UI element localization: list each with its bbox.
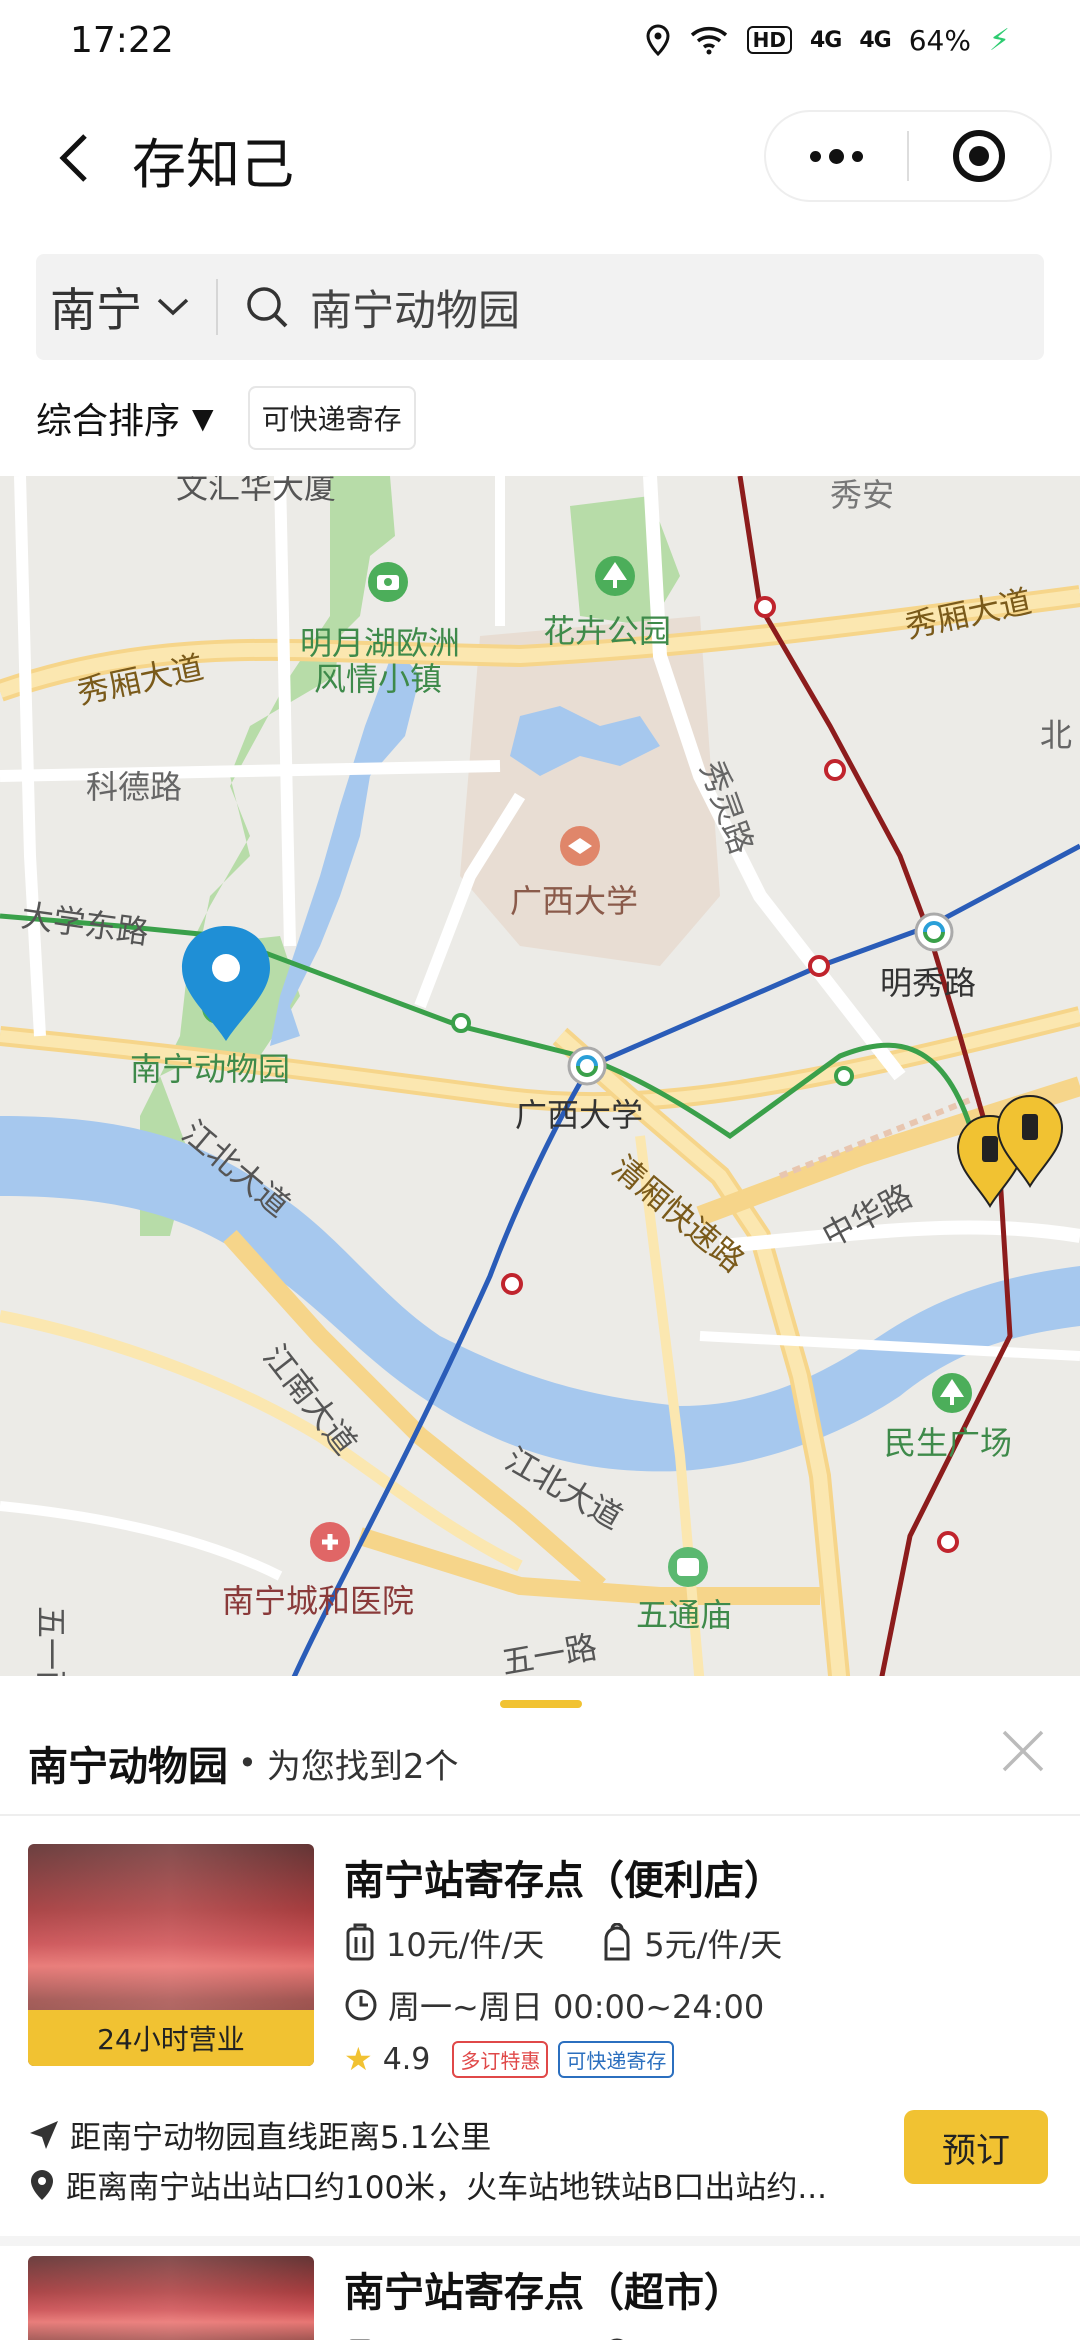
map-label-wenhui: 文汇华大厦 [176,476,336,506]
map-label-mingyuehu: 明月湖欧洲 [300,624,460,662]
separator-dot: • [238,1744,257,1782]
sheet-drag-handle[interactable] [500,1700,582,1708]
search-input[interactable] [310,282,950,332]
sort-dropdown[interactable]: 综合排序 ▼ [36,392,214,444]
battery-level: 64% [908,23,971,57]
chevron-down-icon [157,298,189,316]
address-row: 距离南宁站出站口约100米，火车站地铁站B口出站约... [28,2162,827,2207]
back-icon[interactable] [44,128,104,188]
map-label-xiuxiang-e: 秀厢大道 [902,582,1035,646]
location-icon [646,24,670,56]
backpack-icon [604,1923,630,1961]
more-icon [810,148,863,164]
map-canvas[interactable]: 文汇华大厦 秀安 明月湖欧洲 风情小镇 花卉公园 秀厢大道 秀厢大道 科德路 北… [0,476,1080,1686]
map-label-minsheng: 民生广场 [884,1424,1012,1462]
price-large-2: 10元/件/天 [386,2332,544,2340]
map-label-zoo: 南宁动物园 [130,1050,290,1088]
price-row-2: 10元/件/天 5元/件/天 [344,2332,782,2340]
status-time: 17:22 [70,19,174,61]
address-text: 距离南宁站出站口约100米，火车站地铁站B口出站约... [66,2170,827,2206]
map-label-gxu-station: 广西大学 [515,1096,643,1134]
backpack-icon-2 [611,2338,624,2340]
distance-row: 距南宁动物园直线距离5.1公里 [28,2112,491,2157]
express-tag: 可快递寄存 [558,2040,675,2078]
book-button[interactable]: 预订 [904,2110,1048,2184]
price-small: 5元/件/天 [644,1926,783,1964]
map-label-gxu-campus: 广西大学 [510,882,638,920]
navigation-bar: 存知己 [0,100,1080,220]
wifi-icon [690,27,727,55]
star-icon: ★ [344,2040,373,2078]
close-program-button[interactable] [909,110,1050,202]
clock-icon [345,1989,377,2021]
sort-label: 综合排序 [36,401,181,442]
status-icons: HD 4G 4G 64% ⚡ [645,23,1010,58]
distance-text: 距南宁动物园直线距离5.1公里 [70,2120,492,2156]
price-row: 10元/件/天 5元/件/天 [344,1920,782,1966]
map-label-hospital: 南宁城和医院 [222,1582,414,1620]
suitcase-icon [346,1923,374,1961]
promo-tag: 多订特惠 [452,2040,549,2078]
sheet-title: 南宁动物园 [28,1744,228,1790]
more-button[interactable] [766,110,907,202]
map-label-huahui-park: 花卉公园 [543,612,671,650]
storage-photo-2 [28,2256,314,2340]
status-bar: 17:22 HD 4G 4G 64% ⚡ [0,0,1080,80]
map-label-zhonghua: 中华路 [816,1176,919,1255]
map-label-xiuan: 秀安 [830,476,894,514]
map-label-fengqing: 风情小镇 [314,660,442,698]
navigation-arrow-icon [30,2120,58,2149]
storage-name: 南宁站寄存点（便利店） [344,1858,784,1904]
map-label-mingxiu: 明秀路 [880,964,976,1002]
search-icon [247,287,288,328]
sheet-header: 南宁动物园 • 为您找到2个 [28,1734,459,1792]
map-label-wuyi-west: 五一西 [32,1606,70,1686]
express-storage-filter-chip[interactable]: 可快递寄存 [247,386,416,450]
suitcase-icon-2 [349,2339,371,2340]
rating-value: 4.9 [382,2041,431,2077]
mini-program-capsule [764,110,1052,202]
hd-icon: HD [746,26,792,54]
rating-row: ★ 4.9 多订特惠 可快递寄存 [344,2040,675,2078]
map-label-bei: 北 [1040,716,1072,754]
location-pin-icon [31,2169,53,2200]
map-label-wutongmiao: 五通庙 [636,1596,732,1634]
storage-card[interactable]: 24小时营业 南宁站寄存点（便利店） 10元/件/天 5元/件/天 周一~周日 … [0,1844,1080,2246]
filter-bar: 综合排序 ▼ 可快递寄存 [36,386,416,450]
city-selector[interactable]: 南宁 [36,274,216,340]
price-small-2: 5元/件/天 [644,2332,782,2340]
page-title: 存知己 [132,133,294,196]
storage-name-2: 南宁站寄存点（超市） [344,2270,744,2316]
city-label: 南宁 [50,283,142,337]
signal-4g-icon: 4G [809,27,842,53]
target-icon [953,130,1006,182]
charging-icon: ⚡ [988,22,1010,58]
open-24h-badge: 24小时营业 [28,2010,314,2066]
map-view[interactable]: 文汇华大厦 秀安 明月湖欧洲 风情小镇 花卉公园 秀厢大道 秀厢大道 科德路 北… [0,476,1080,1686]
hours-row: 周一~周日 00:00~24:00 [344,1982,764,2028]
search-bar: 南宁 [36,254,1044,360]
price-large: 10元/件/天 [386,1926,545,1964]
results-sheet: 南宁动物园 • 为您找到2个 24小时营业 南宁站寄存点（便利店） 10元/件/… [0,1676,1080,2340]
storage-photo: 24小时营业 [28,1844,314,2066]
map-label-kede: 科德路 [86,768,182,806]
storage-card-2[interactable]: 南宁站寄存点（超市） 10元/件/天 5元/件/天 [0,2256,1080,2340]
close-icon[interactable] [998,1726,1048,1776]
map-label-wuyi: 五一路 [499,1628,600,1682]
signal-4g-icon-2: 4G [859,27,891,53]
result-count: 为您找到2个 [266,1746,459,1787]
opening-hours: 周一~周日 00:00~24:00 [388,1988,765,2026]
caret-down-icon: ▼ [192,401,214,435]
